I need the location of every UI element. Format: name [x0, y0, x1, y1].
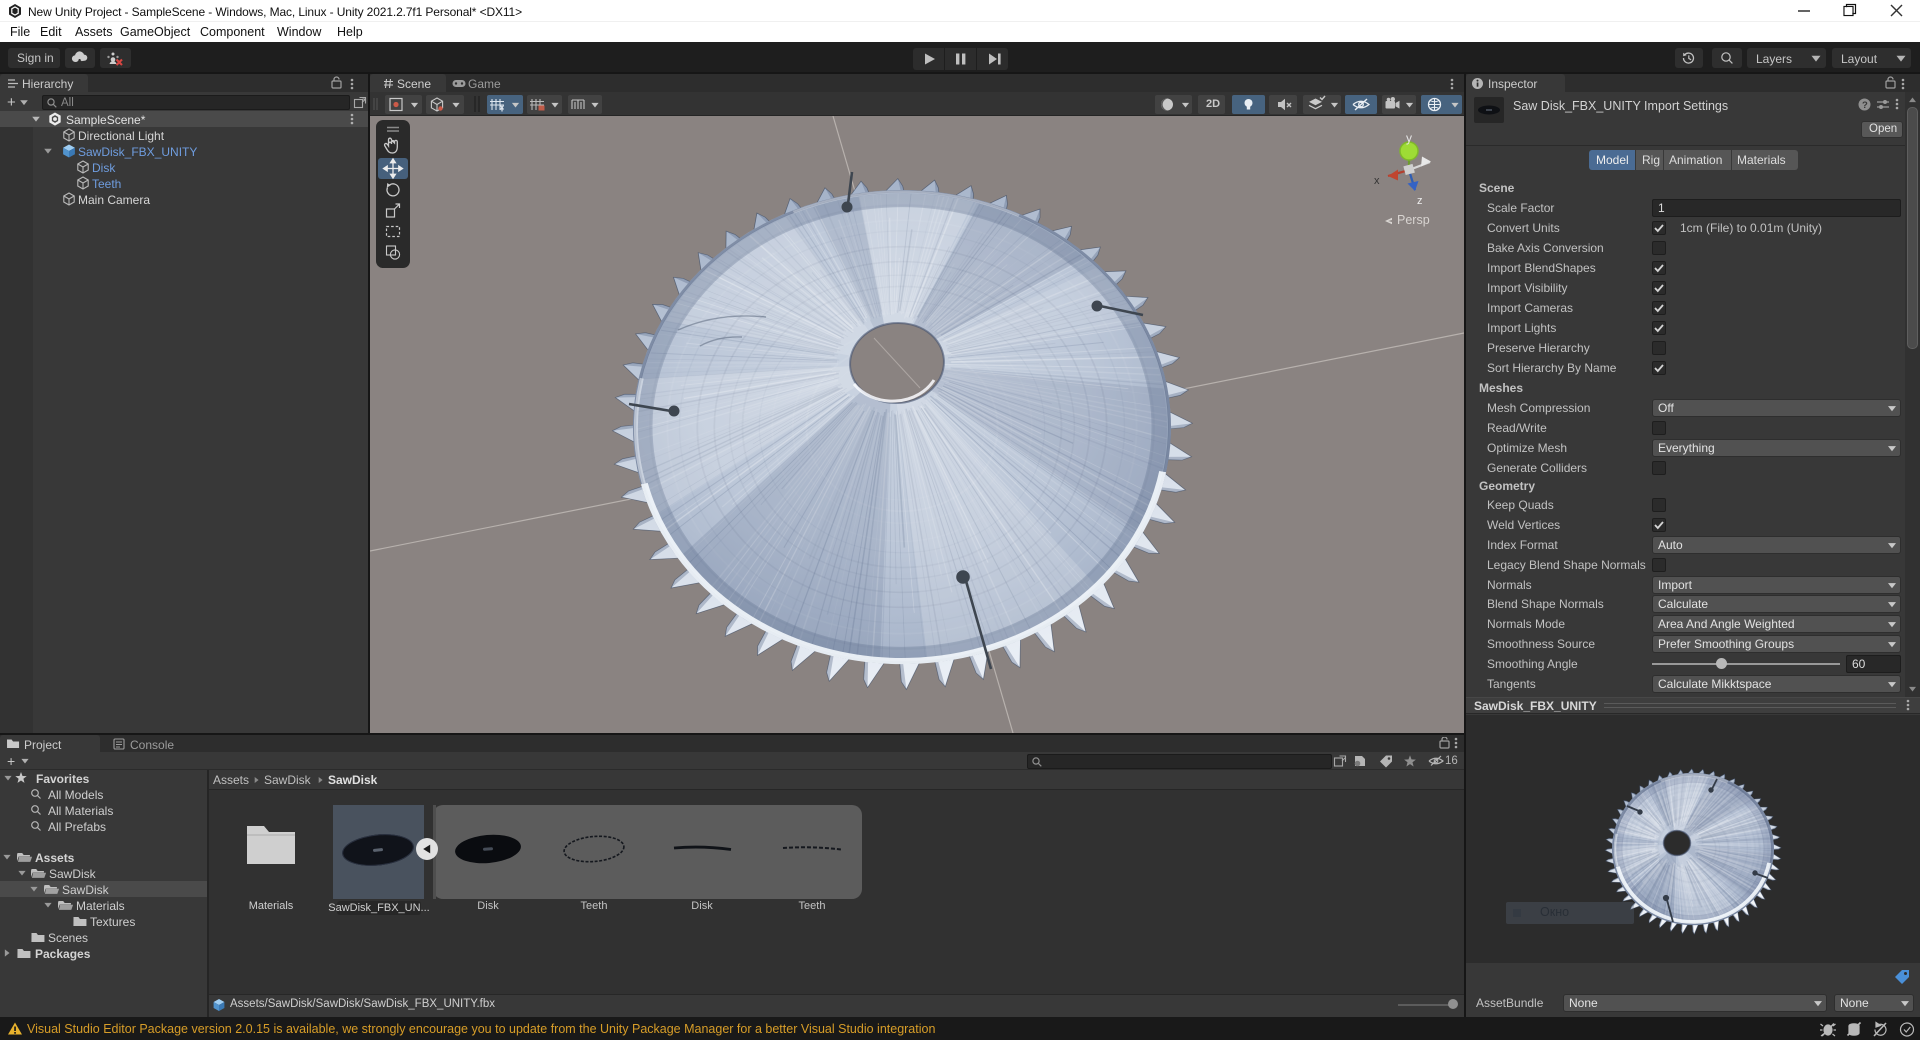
svg-text:x: x — [1374, 175, 1380, 187]
svg-text:y: y — [1406, 131, 1412, 145]
svg-text:?: ? — [1862, 100, 1868, 111]
svg-text:z: z — [1417, 195, 1423, 207]
